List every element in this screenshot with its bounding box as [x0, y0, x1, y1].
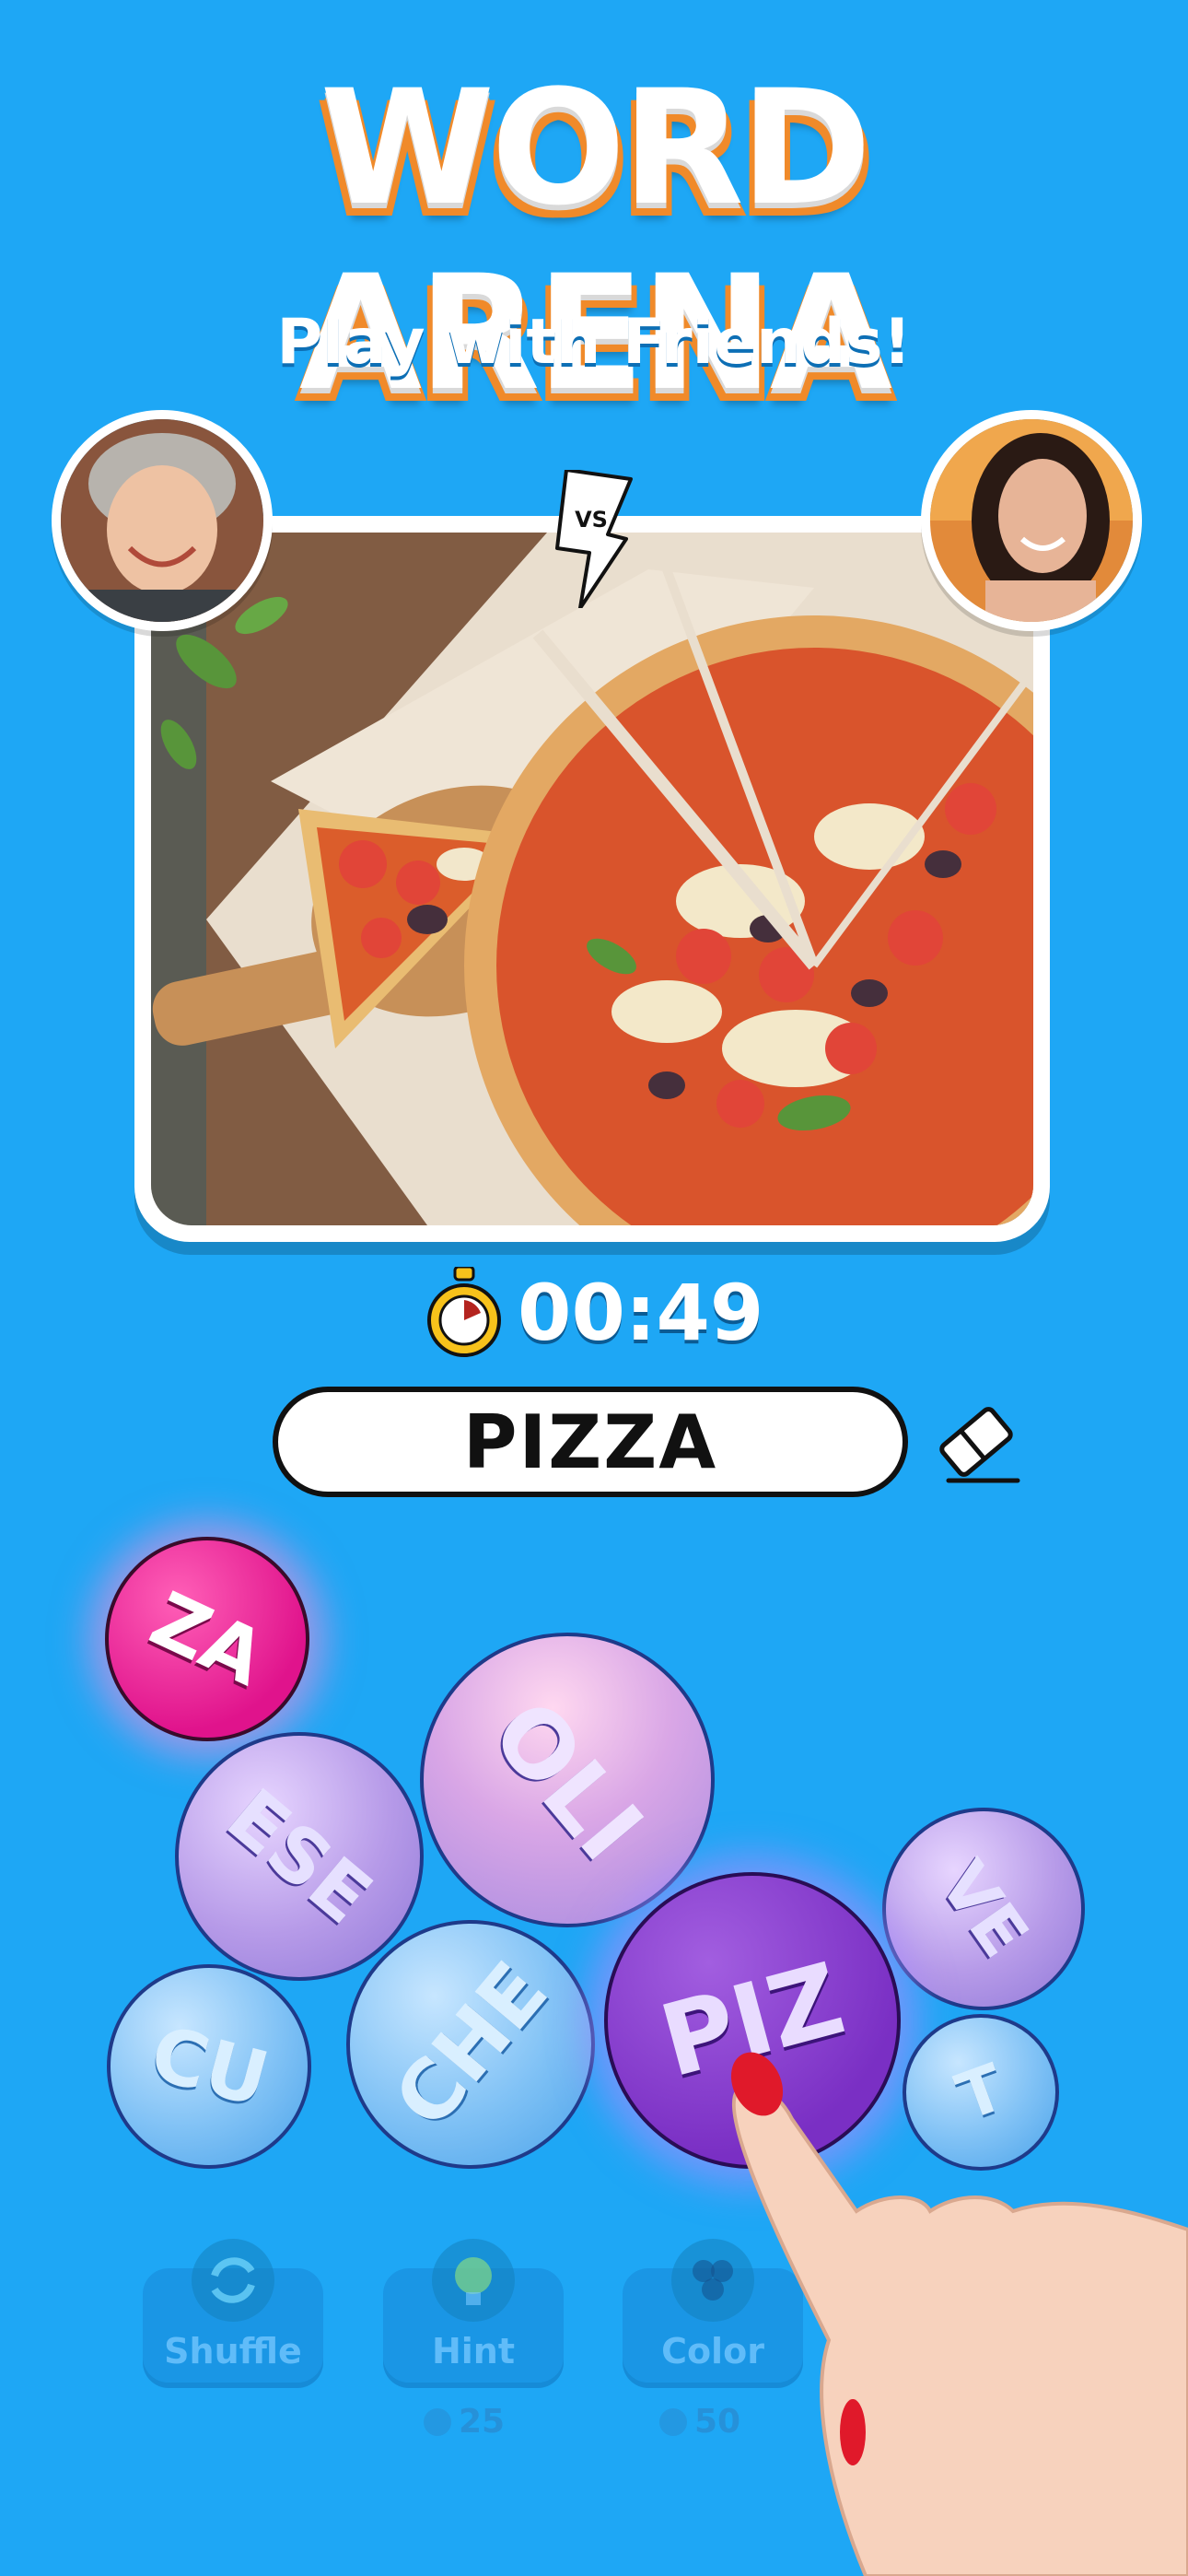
lightbulb-icon	[432, 2239, 515, 2322]
bubble-piz[interactable]: PIZ	[604, 1872, 901, 2169]
coin-icon	[659, 2407, 687, 2436]
coin-icon	[424, 2407, 451, 2436]
hint-cost: 25	[424, 2403, 505, 2441]
eraser-icon[interactable]	[930, 1396, 1022, 1488]
bubble-za[interactable]: ZA	[105, 1537, 309, 1741]
timer-value: 00:49	[518, 1268, 764, 1358]
shuffle-label: Shuffle	[164, 2331, 302, 2371]
puzzle-image-card	[134, 516, 1050, 1242]
color-cost-value: 50	[694, 2403, 741, 2441]
pizza-image	[151, 533, 1033, 1225]
bubble-cu[interactable]: CU	[107, 1964, 311, 2169]
vs-lightning-icon: VS	[555, 470, 633, 608]
hint-cost-value: 25	[459, 2403, 506, 2441]
bubble-ese[interactable]: ESE	[175, 1732, 424, 1981]
color-label: Color	[661, 2331, 764, 2371]
bubble-che[interactable]: CHE	[346, 1920, 595, 2169]
vs-label: VS	[575, 507, 608, 533]
hint-label: Hint	[431, 2331, 516, 2371]
timer: 00:49	[424, 1262, 763, 1364]
palette-icon	[671, 2239, 754, 2322]
stopwatch-icon	[427, 1267, 501, 1357]
bubble-oli[interactable]: OLI	[420, 1633, 715, 1927]
bubble-t[interactable]: T	[903, 2014, 1059, 2171]
answer-field[interactable]: PIZZA	[273, 1387, 908, 1497]
player-avatar-right	[921, 410, 1142, 631]
bubble-ve[interactable]: VE	[882, 1808, 1085, 2010]
shuffle-icon	[192, 2239, 274, 2322]
player-avatar-left	[52, 410, 273, 631]
color-cost: 50	[659, 2403, 740, 2441]
game-subtitle: Play with Friends!	[276, 306, 912, 379]
